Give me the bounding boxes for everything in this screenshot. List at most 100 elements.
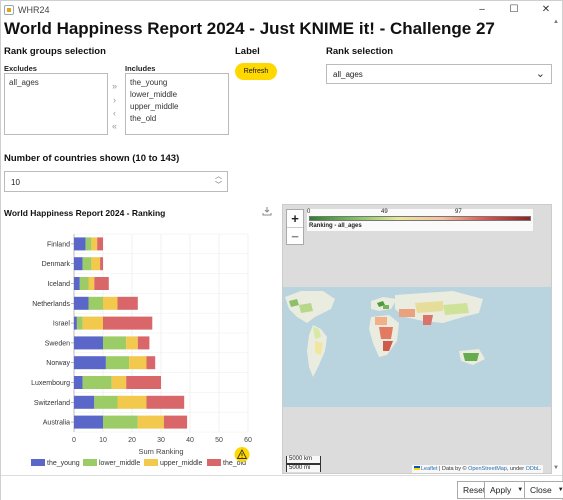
y-tick-label: Switzerland xyxy=(34,400,70,407)
x-tick-label: 10 xyxy=(99,437,107,444)
scroll-down-icon[interactable]: ▼ xyxy=(553,465,559,471)
bar-segment-the-young xyxy=(74,296,89,310)
bar-segment-the-old xyxy=(103,316,153,330)
bar-segment-upper-middle xyxy=(82,316,103,330)
excludes-list[interactable]: all_ages xyxy=(4,73,108,135)
chevron-down-icon[interactable]: ▼ xyxy=(558,487,563,493)
download-icon[interactable] xyxy=(262,206,272,216)
y-tick-label: Luxembourg xyxy=(31,380,70,387)
remove-button[interactable]: ‹ xyxy=(113,109,116,118)
bar-segment-lower-middle xyxy=(79,277,89,290)
bar-segment-upper-middle xyxy=(137,415,164,429)
countries-shown-label: Number of countries shown (10 to 143) xyxy=(4,153,180,164)
add-all-button[interactable]: » xyxy=(112,82,117,91)
x-tick-label: 0 xyxy=(72,437,76,444)
reset-label: Reset xyxy=(463,485,486,495)
scale-mi: 5000 mi xyxy=(286,464,321,472)
app-icon xyxy=(4,4,14,15)
zoom-in-button[interactable]: + xyxy=(287,210,303,227)
list-item[interactable]: lower_middle xyxy=(130,89,224,101)
legend-swatch xyxy=(83,459,97,466)
odbl-link[interactable]: ODbL. xyxy=(526,466,542,472)
bar-segment-the-old xyxy=(146,356,156,370)
bar-segment-lower-middle xyxy=(76,316,83,330)
bar-segment-lower-middle xyxy=(94,395,118,409)
world-map[interactable] xyxy=(282,204,552,474)
attribution-text: , under xyxy=(506,466,526,472)
number-stepper[interactable]: ︿ ﹀ xyxy=(215,172,222,190)
x-tick-label: 60 xyxy=(244,437,252,444)
legend-gradient xyxy=(309,216,531,221)
legend-caption: Ranking - all_ages xyxy=(309,223,362,229)
x-axis-label: Sum Ranking xyxy=(138,447,183,456)
remove-all-button[interactable]: « xyxy=(112,122,117,131)
legend-label: the_young xyxy=(47,460,80,467)
map-zoom-control[interactable]: + − xyxy=(286,209,304,245)
chevron-down-icon[interactable]: ▼ xyxy=(517,487,523,493)
apply-button[interactable]: Apply ▼ xyxy=(484,481,530,499)
close-window-button[interactable]: ✕ xyxy=(530,1,562,18)
legend-swatch xyxy=(144,459,158,466)
maximize-button[interactable]: ☐ xyxy=(498,1,530,18)
x-tick-label: 40 xyxy=(186,437,194,444)
refresh-button[interactable]: Refresh xyxy=(235,63,277,80)
window-title: WHR24 xyxy=(18,4,50,15)
bar-segment-upper-middle xyxy=(88,277,95,290)
y-tick-label: Denmark xyxy=(42,261,71,268)
close-label: Close xyxy=(530,485,552,495)
close-button[interactable]: Close ▼ xyxy=(524,481,563,499)
countries-shown-input[interactable]: 10 ︿ ﹀ xyxy=(4,171,228,192)
y-tick-label: Australia xyxy=(43,420,70,427)
app-window: WHR24 – ☐ ✕ ▲ ▼ World Happiness Report 2… xyxy=(0,0,563,500)
apply-label: Apply xyxy=(490,485,512,495)
bar-segment-upper-middle xyxy=(91,257,101,271)
y-tick-label: Netherlands xyxy=(32,301,70,308)
bar-segment-the-young xyxy=(74,376,83,389)
map-color-legend: 0 49 97 Ranking - all_ages xyxy=(307,209,533,231)
map-tiles xyxy=(283,205,551,473)
bar-segment-upper-middle xyxy=(103,296,118,310)
bar-segment-upper-middle xyxy=(111,376,127,389)
bar-segment-the-young xyxy=(74,336,103,350)
bar-segment-the-young xyxy=(74,277,80,290)
minimize-button[interactable]: – xyxy=(466,1,498,18)
attribution-text: | Data by © xyxy=(437,466,469,472)
bar-segment-upper-middle xyxy=(129,356,147,370)
bar-segment-the-old xyxy=(137,336,150,350)
y-tick-label: Norway xyxy=(46,360,70,367)
bar-segment-lower-middle xyxy=(88,296,103,310)
add-button[interactable]: › xyxy=(113,96,116,105)
footer-bar: Reset Apply ▼ Close ▼ xyxy=(1,475,563,500)
bar-segment-the-old xyxy=(100,257,103,271)
bar-segment-the-old xyxy=(163,415,188,429)
bar-segment-lower-middle xyxy=(103,336,127,350)
osm-link[interactable]: OpenStreetMap xyxy=(468,466,507,472)
countries-shown-value: 10 xyxy=(11,178,20,187)
legend-label: upper_middle xyxy=(160,460,203,467)
bar-segment-the-old xyxy=(117,296,138,310)
scroll-up-icon[interactable]: ▲ xyxy=(553,19,559,25)
bar-segment-lower-middle xyxy=(85,237,92,251)
includes-label: Includes xyxy=(125,64,156,73)
warning-icon[interactable] xyxy=(234,447,250,462)
stepper-down-icon[interactable]: ﹀ xyxy=(215,181,222,190)
leaflet-link[interactable]: Leaflet xyxy=(421,466,438,472)
window-controls: – ☐ ✕ xyxy=(466,1,562,18)
title-bar: WHR24 – ☐ ✕ xyxy=(1,1,562,18)
zoom-out-button[interactable]: − xyxy=(287,227,303,244)
y-tick-label: Finland xyxy=(47,241,70,248)
list-item[interactable]: all_ages xyxy=(9,77,103,89)
legend-tick: 97 xyxy=(455,209,462,215)
vertical-scrollbar[interactable]: ▲ ▼ xyxy=(552,19,561,471)
list-item[interactable]: upper_middle xyxy=(130,101,224,113)
y-tick-label: Iceland xyxy=(47,281,70,288)
rank-selection-label: Rank selection xyxy=(326,46,394,57)
rank-selection-dropdown[interactable]: all_ages ⌄ xyxy=(326,64,552,84)
x-tick-label: 30 xyxy=(157,437,165,444)
stepper-up-icon[interactable]: ︿ xyxy=(215,172,222,181)
list-item[interactable]: the_old xyxy=(130,113,224,125)
bar-segment-the-young xyxy=(74,395,95,409)
includes-list[interactable]: the_young lower_middle upper_middle the_… xyxy=(125,73,229,135)
list-item[interactable]: the_young xyxy=(130,77,224,89)
legend-tick: 0 xyxy=(307,209,311,215)
